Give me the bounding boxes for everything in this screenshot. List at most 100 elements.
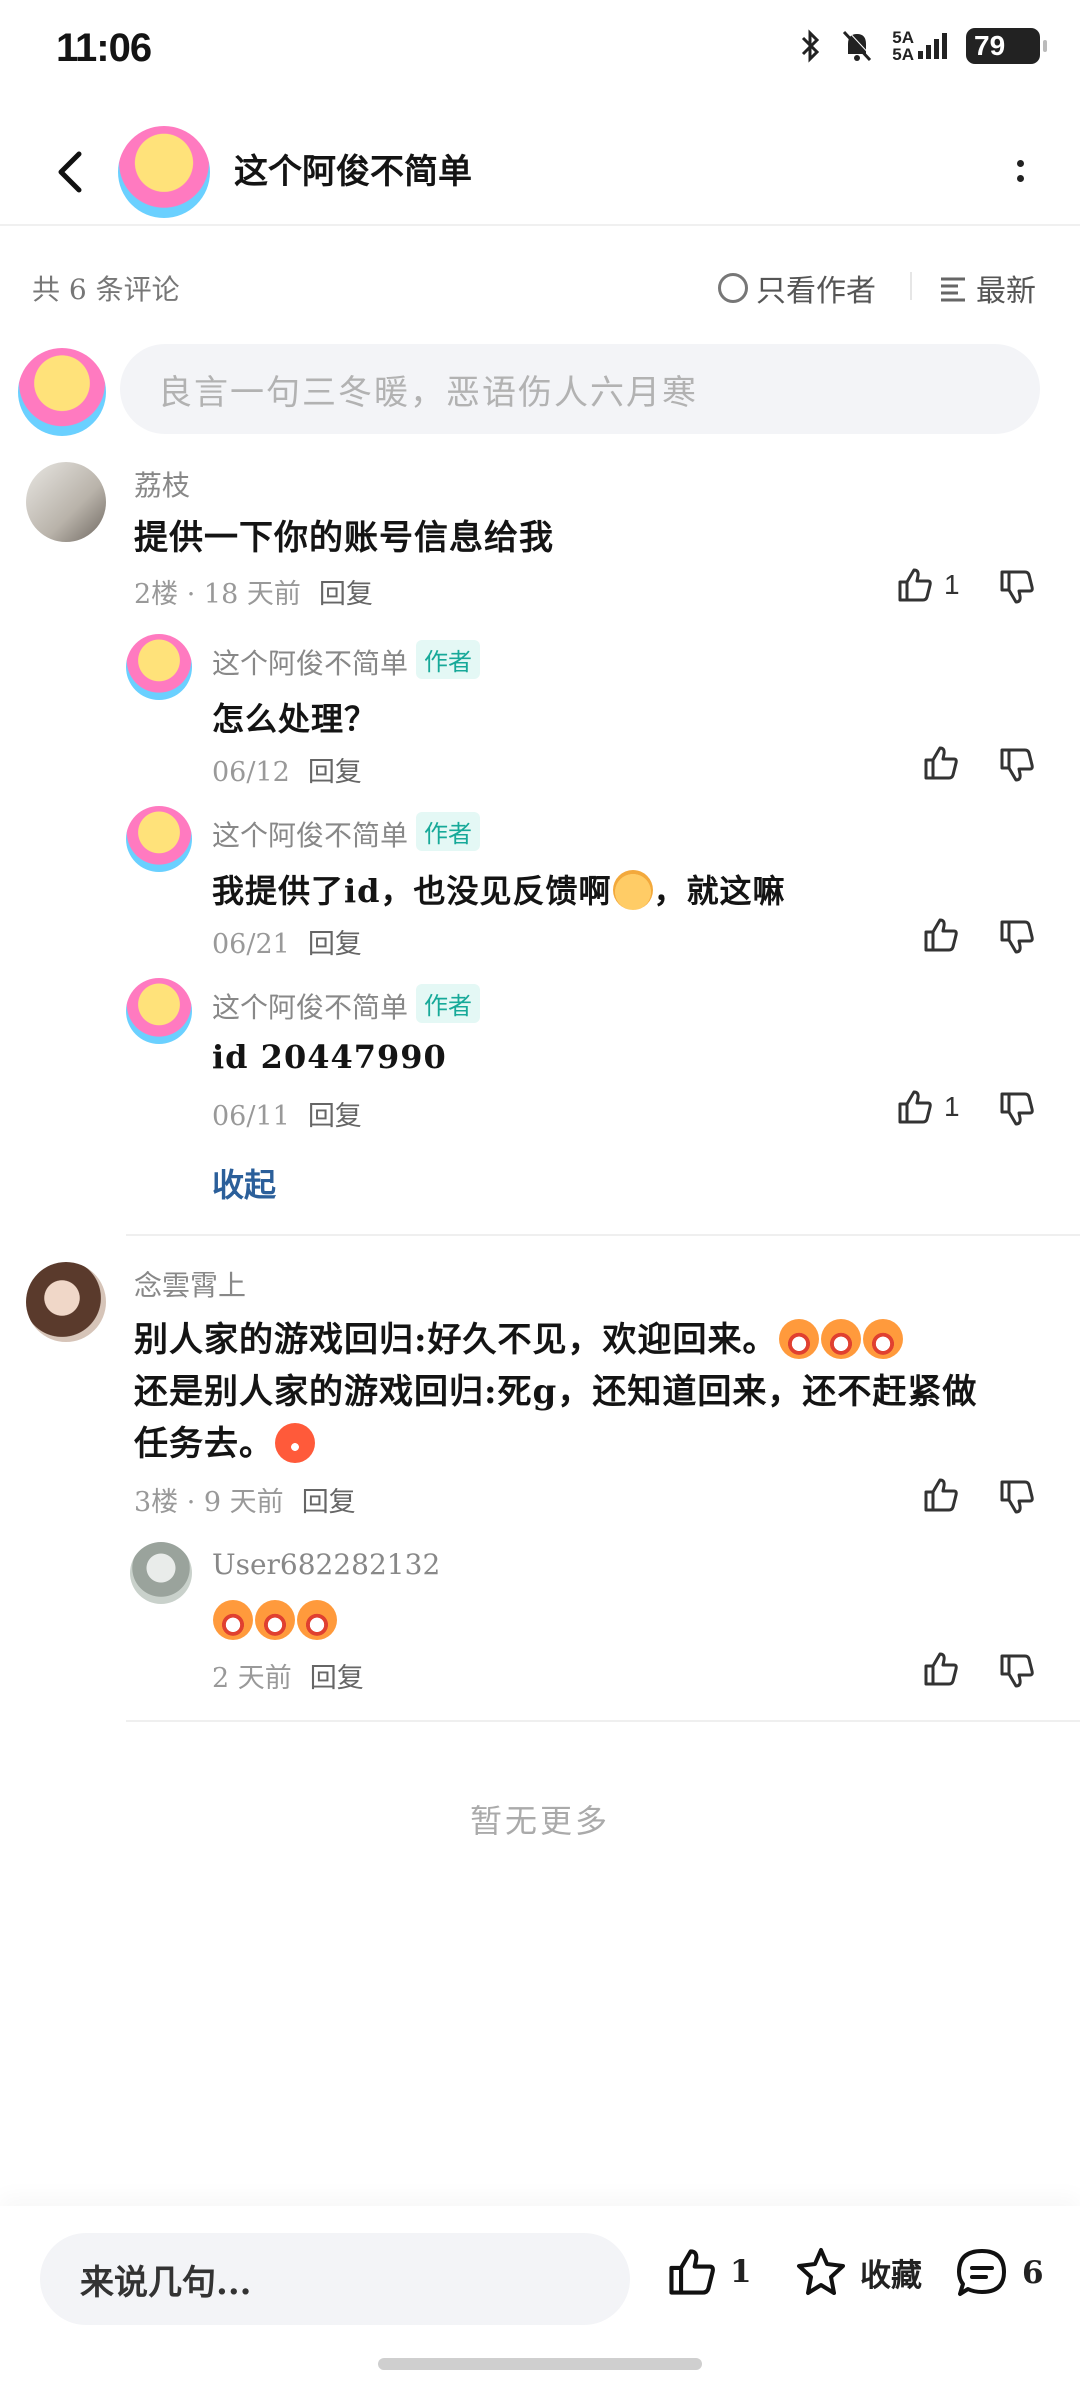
thumb-up-icon — [898, 568, 932, 602]
grin-emoji-icon — [820, 1319, 861, 1359]
like-button[interactable] — [922, 744, 960, 782]
grin-emoji-icon — [862, 1319, 903, 1359]
comment-divider — [126, 1720, 1080, 1722]
reply-avatar[interactable] — [126, 634, 192, 700]
author-badge: 作者 — [416, 640, 481, 679]
author-avatar[interactable] — [118, 126, 210, 218]
filter-bar: 共 6 条评论 只看作者 最新 — [32, 260, 1048, 310]
collapse-replies-button[interactable]: 收起 — [212, 1160, 276, 1206]
reply-button[interactable]: 回复 — [302, 1487, 356, 1518]
puzzled-emoji-icon — [612, 870, 653, 910]
dislike-button[interactable] — [998, 918, 1036, 960]
reply-avatar[interactable] — [126, 978, 192, 1044]
comment-line: 任务去。 — [134, 1418, 1054, 1470]
home-indicator[interactable] — [378, 2358, 702, 2370]
grin-emoji-icon — [213, 1600, 253, 1640]
reply-author[interactable]: 这个阿俊不简单 作者 — [212, 984, 481, 1026]
reply-author-name: 这个阿俊不简单 — [212, 991, 409, 1024]
no-more-label: 暂无更多 — [469, 1802, 610, 1840]
bottom-comment-input[interactable]: 来说几句... — [40, 2233, 630, 2325]
dislike-button[interactable] — [998, 568, 1036, 610]
reply-author-name: 这个阿俊不简单 — [212, 819, 409, 852]
reply-button[interactable]: 回复 — [308, 1101, 362, 1132]
thumb-down-icon — [1000, 1480, 1034, 1514]
reply-text: id 20447990 — [212, 1038, 447, 1076]
sort-list-icon — [941, 277, 965, 302]
like-button[interactable] — [922, 1650, 960, 1688]
back-button[interactable] — [40, 142, 100, 202]
comment-text-part: 任务去。 — [134, 1424, 274, 1464]
favorite-button[interactable]: 收藏 — [794, 2246, 922, 2298]
thumb-up-icon — [924, 1478, 958, 1512]
network-type-label-2: 5A — [892, 45, 914, 64]
only-author-label: 只看作者 — [756, 274, 876, 309]
thumb-down-icon — [1000, 748, 1034, 782]
reply-avatar[interactable] — [126, 806, 192, 872]
dislike-button[interactable] — [998, 746, 1036, 788]
reply-button[interactable]: 回复 — [319, 579, 373, 610]
comment-floor-time: 2楼 · 18 天前 — [134, 579, 301, 610]
bluetooth-icon — [802, 29, 820, 63]
thumb-down-icon — [1000, 920, 1034, 954]
commenter-avatar[interactable] — [26, 462, 106, 542]
reply-avatar[interactable] — [130, 1542, 192, 1604]
dislike-button[interactable] — [998, 1478, 1036, 1520]
more-dot-icon — [1016, 160, 1024, 167]
reply-button[interactable]: 回复 — [308, 757, 362, 788]
network-type-label: 5A — [892, 28, 914, 47]
dislike-button[interactable] — [998, 1652, 1036, 1694]
comments-button[interactable]: 6 — [954, 2246, 1044, 2300]
comment-text: 别人家的游戏回归:好久不见，欢迎回来。 还是别人家的游戏回归:死g，还知道回来，… — [134, 1314, 1054, 1470]
radio-circle-icon — [718, 273, 748, 303]
comment-text: 提供一下你的账号信息给我 — [134, 518, 554, 558]
reply-author[interactable]: 这个阿俊不简单 作者 — [212, 640, 481, 682]
thumb-up-icon — [924, 1652, 958, 1686]
commenter-avatar[interactable] — [26, 1262, 106, 1342]
post-like-button[interactable]: 1 — [666, 2246, 752, 2298]
comment-line: 还是别人家的游戏回归:死g，还知道回来，还不赶紧做 — [134, 1372, 978, 1412]
chevron-left-icon — [58, 151, 82, 193]
page-title: 这个阿俊不简单 — [234, 152, 472, 192]
reply-meta: 06/11 回复 — [212, 1094, 362, 1133]
reply-author-name: 这个阿俊不简单 — [212, 647, 409, 680]
header: 这个阿俊不简单 — [0, 120, 1080, 226]
thumb-up-icon — [898, 1090, 932, 1124]
favorite-label: 收藏 — [860, 2257, 922, 2294]
reply-text-part: 我提供了id，也没见反馈啊 — [212, 872, 612, 910]
commenter-name[interactable]: 荔枝 — [134, 464, 190, 504]
sort-button[interactable]: 最新 — [938, 266, 1036, 310]
dislike-button[interactable] — [998, 1090, 1036, 1132]
like-button[interactable]: 1 — [896, 566, 960, 604]
thumb-up-icon — [924, 746, 958, 780]
commenter-name[interactable]: 念雲霄上 — [134, 1264, 246, 1304]
status-time: 11:06 — [56, 26, 152, 70]
my-avatar — [18, 348, 106, 436]
comment-meta: 3楼 · 9 天前 回复 — [134, 1480, 356, 1519]
reply-button[interactable]: 回复 — [310, 1663, 364, 1694]
reply-author[interactable]: User682282132 — [212, 1548, 440, 1581]
thumb-down-icon — [1000, 570, 1034, 604]
bell-muted-icon — [843, 29, 874, 62]
reply-meta: 06/12 回复 — [212, 750, 362, 789]
like-button[interactable]: 1 — [896, 1088, 960, 1126]
reply-date: 06/12 — [212, 757, 290, 788]
more-options-button[interactable] — [1000, 146, 1040, 196]
reply-author[interactable]: 这个阿俊不简单 作者 — [212, 812, 481, 854]
like-count: 1 — [944, 1091, 960, 1122]
status-icons: 5A 5A 79 — [798, 28, 1047, 64]
only-author-toggle[interactable]: 只看作者 — [718, 266, 876, 310]
post-like-count: 1 — [730, 2254, 752, 2290]
more-dot-icon — [1016, 175, 1024, 182]
reply-button[interactable]: 回复 — [308, 929, 362, 960]
like-button[interactable] — [922, 1476, 960, 1514]
comment-line: 别人家的游戏回归:好久不见，欢迎回来。 — [134, 1314, 1054, 1366]
comment-bubble-icon — [957, 2249, 1006, 2296]
like-button[interactable] — [922, 916, 960, 954]
filter-divider — [910, 272, 912, 300]
reply-date: 06/21 — [212, 929, 290, 960]
grin-emoji-icon — [297, 1600, 337, 1640]
comment-count: 共 6 条评论 — [32, 273, 180, 306]
angry-emoji-icon — [275, 1423, 315, 1463]
reply-text-part: ，就这嘛 — [653, 872, 786, 910]
comment-input[interactable]: 良言一句三冬暖，恶语伤人六月寒 — [120, 344, 1040, 434]
